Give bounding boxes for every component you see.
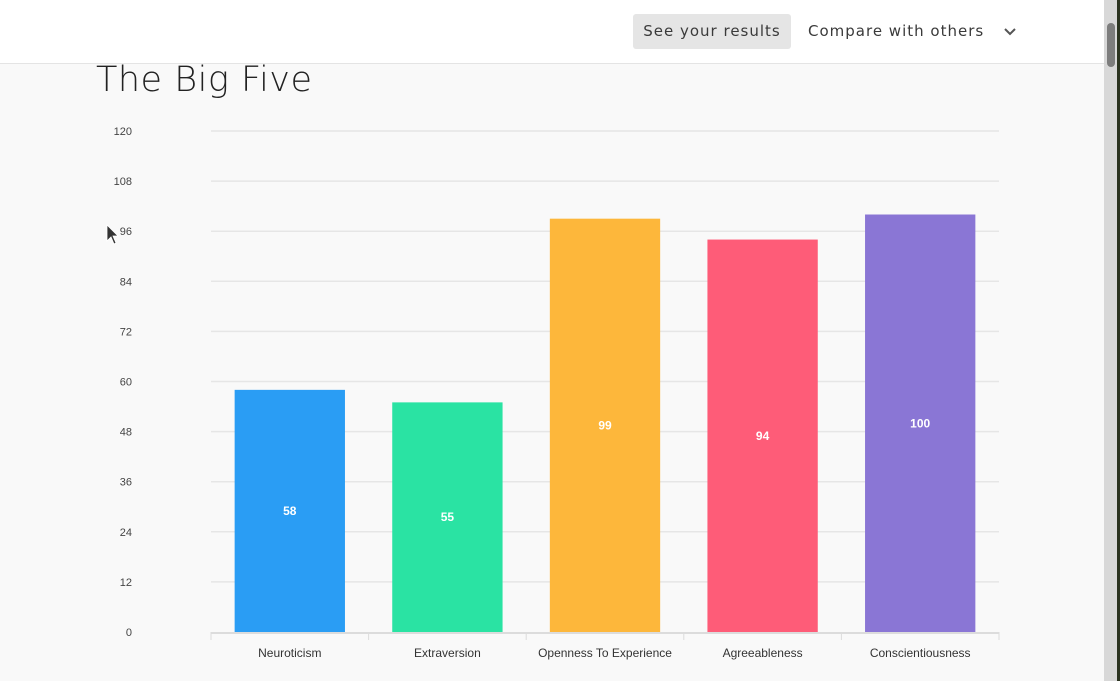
bar-data-label: 94 <box>756 429 770 443</box>
y-tick-label: 108 <box>114 176 132 188</box>
y-tick-label: 96 <box>120 226 132 238</box>
x-tick-label: Conscientiousness <box>870 646 971 660</box>
bar-data-label: 58 <box>283 504 297 518</box>
y-tick-label: 120 <box>114 126 132 138</box>
y-tick-label: 48 <box>120 427 132 439</box>
bar-data-label: 100 <box>910 416 930 430</box>
bar-data-label: 55 <box>441 510 455 524</box>
y-tick-label: 72 <box>120 326 132 338</box>
x-tick-label: Openness To Experience <box>538 646 672 660</box>
scrollbar-thumb[interactable] <box>1107 23 1115 67</box>
bar-data-label: 99 <box>598 418 612 432</box>
y-tick-label: 12 <box>120 577 132 589</box>
y-tick-label: 84 <box>120 276 132 288</box>
mouse-cursor-icon <box>106 224 119 245</box>
x-tick-label: Extraversion <box>414 646 481 660</box>
x-tick-label: Neuroticism <box>258 646 321 660</box>
big-five-bar-chart: 0 12 24 36 48 60 72 84 96 108 120 58 Neuroticism 55 Ex… <box>114 126 1000 660</box>
y-tick-label: 24 <box>120 527 132 539</box>
y-tick-label: 36 <box>120 477 132 489</box>
y-tick-label: 60 <box>120 377 132 389</box>
x-tick-label: Agreeableness <box>723 646 803 660</box>
y-tick-label: 0 <box>126 627 132 639</box>
